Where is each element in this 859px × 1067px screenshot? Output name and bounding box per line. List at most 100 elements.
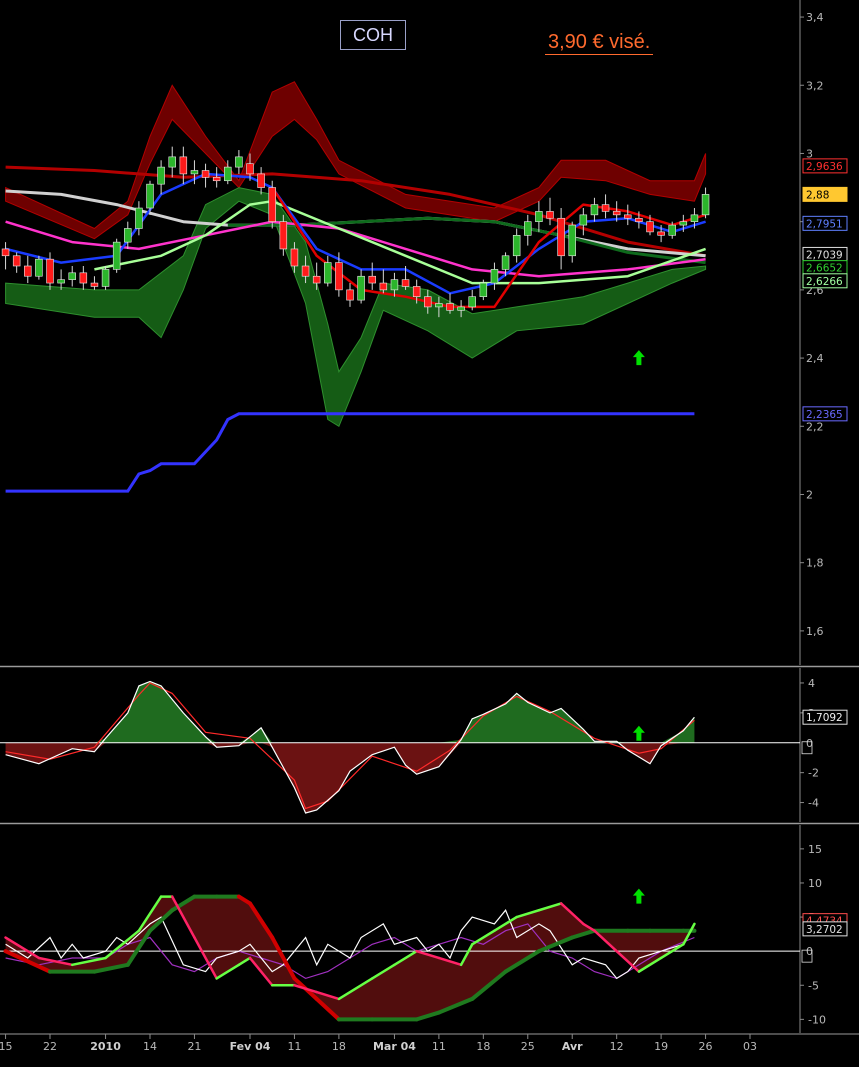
candle [446, 303, 454, 311]
price-tag-label: 2,6652 [806, 263, 843, 275]
candle [535, 211, 543, 222]
candle [412, 286, 421, 297]
x-tick-label: 14 [143, 1040, 157, 1053]
x-tick-label: 12 [610, 1040, 624, 1053]
candle [135, 207, 143, 229]
candle [679, 221, 688, 226]
y-tick-label: 10 [808, 877, 822, 890]
candle [379, 282, 388, 291]
candle [668, 224, 676, 236]
candle [35, 258, 43, 277]
price-tag-label: 2,7951 [806, 218, 843, 230]
candle [24, 265, 32, 277]
y-tick-label: 4 [808, 677, 815, 690]
candle [557, 217, 565, 257]
candle [190, 170, 199, 175]
candle [1, 248, 10, 257]
candle [101, 269, 110, 287]
price-tag-label: 2,2365 [806, 409, 843, 421]
candle [324, 262, 332, 284]
candle [290, 248, 299, 267]
candle [157, 166, 165, 185]
y-tick-label: 3,2 [806, 79, 824, 92]
x-tick-label: 22 [43, 1040, 57, 1053]
y-tick-label: 3,4 [806, 11, 824, 24]
x-tick-label: 03 [743, 1040, 757, 1053]
x-tick-label: Mar 04 [373, 1040, 416, 1053]
x-tick-label: 19 [654, 1040, 668, 1053]
target-price-annotation: 3,90 € visé. [545, 30, 654, 55]
candle [401, 279, 410, 287]
candle [357, 275, 365, 301]
candle [512, 235, 521, 257]
y-tick-label: 15 [808, 843, 822, 856]
y-tick-label: 2,2 [806, 420, 824, 433]
candle [57, 279, 65, 284]
candle [12, 255, 21, 267]
x-tick-label: 26 [699, 1040, 713, 1053]
candle [312, 275, 321, 284]
candle [146, 183, 154, 209]
candle [335, 262, 343, 291]
candle [657, 231, 665, 236]
x-tick-label: 18 [332, 1040, 346, 1053]
candle [224, 166, 232, 182]
candle [424, 296, 432, 308]
x-tick-label: 25 [521, 1040, 535, 1053]
candle [701, 194, 710, 216]
candle [490, 269, 499, 284]
price-tag-label: 2,6266 [806, 276, 843, 288]
candle [468, 296, 476, 308]
candle [112, 241, 121, 270]
candle [390, 279, 399, 291]
x-tick-label: 11 [432, 1040, 446, 1053]
y-tick-label: 2 [806, 488, 813, 501]
candle [68, 272, 76, 280]
candle [179, 156, 188, 175]
candle [568, 224, 576, 257]
x-tick-label: 18 [476, 1040, 490, 1053]
candle [612, 211, 621, 216]
candle [235, 156, 243, 168]
ticker-label: COH [340, 20, 406, 50]
candle [257, 173, 265, 188]
x-tick-label: Avr [562, 1040, 583, 1053]
candle [46, 258, 54, 284]
candle [624, 214, 632, 219]
candle [79, 272, 88, 284]
candle [590, 204, 599, 216]
price-tag-label: 2,7039 [806, 249, 843, 261]
candle [435, 303, 443, 308]
y-tick-label: -10 [808, 1013, 826, 1026]
x-tick-label: Fev 04 [230, 1040, 271, 1053]
y-tick-label: -4 [808, 797, 819, 810]
candle [301, 265, 310, 277]
candle [579, 214, 588, 226]
candle [246, 163, 254, 175]
candle [524, 221, 532, 236]
x-tick-label: 11 [287, 1040, 301, 1053]
candle [546, 211, 554, 219]
candle [212, 177, 221, 182]
price-tag-label: 2,9636 [806, 161, 843, 173]
chart-root: 3,43,232,82,62,42,221,81,62,96362,882,79… [0, 0, 859, 1062]
candle [268, 187, 276, 222]
price-tag-label: 2,88 [806, 189, 829, 201]
candle [646, 221, 654, 233]
candle [479, 282, 488, 297]
x-tick-label: 2010 [90, 1040, 121, 1053]
candle [635, 217, 643, 222]
candle [168, 156, 176, 168]
y-tick-label: 2,4 [806, 352, 824, 365]
y-tick-label: -2 [808, 767, 819, 780]
candle [601, 204, 610, 212]
candle [90, 282, 99, 287]
chart-canvas: 3,43,232,82,62,42,221,81,62,96362,882,79… [0, 0, 859, 1062]
oscillator-1-value-tag: 1,7092 [806, 712, 843, 724]
oscillator-2-value-tag: 3,2702 [806, 924, 843, 936]
candle [124, 228, 132, 243]
background [0, 0, 859, 1062]
x-tick-label: 15 [0, 1040, 13, 1053]
candle [201, 170, 210, 178]
y-tick-label: 1,6 [806, 625, 824, 638]
